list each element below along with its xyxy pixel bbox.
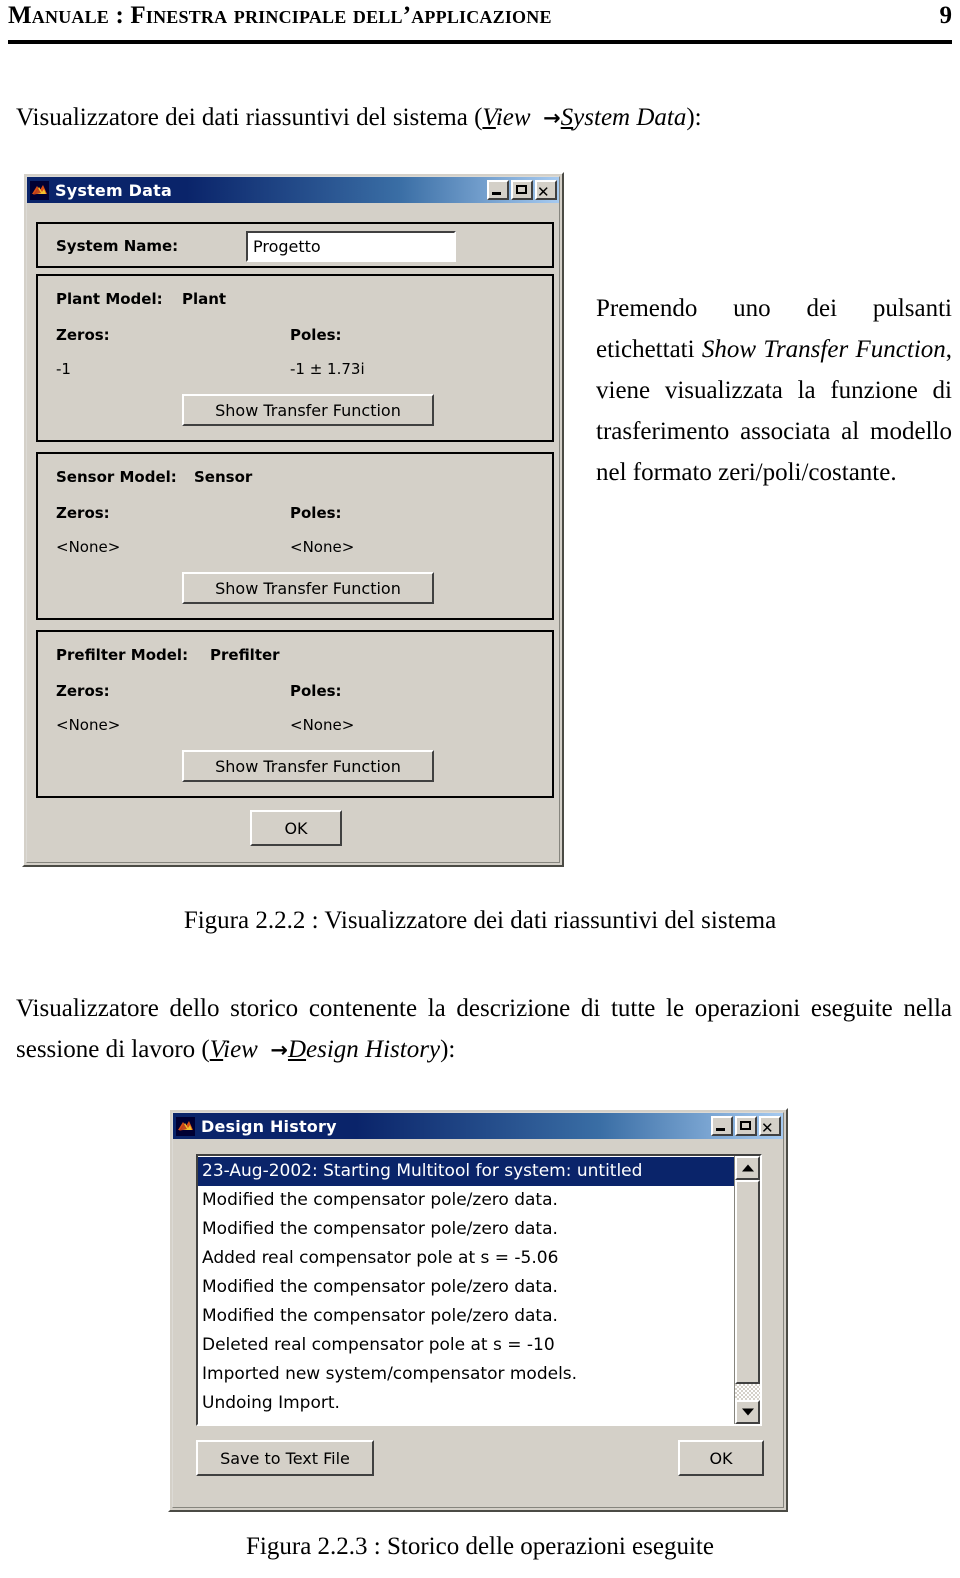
design-history-titlebar[interactable]: Design History ✕ (173, 1113, 783, 1139)
page-header: Manuale : Finestra principale dell’appli… (8, 2, 952, 40)
list-item[interactable]: Deleted real compensator pole at s = -10 (200, 1331, 734, 1360)
plant-model-panel: Plant Model: Plant Zeros: Poles: -1 -1 ±… (36, 274, 554, 442)
intro-text-before: Visualizzatore dei dati riassuntivi del … (16, 104, 483, 131)
sensor-zeros-label: Zeros: (56, 504, 110, 522)
design-history-dialog[interactable]: Design History ✕ 23-Aug-2002: Starting M… (168, 1108, 788, 1512)
list-item[interactable]: Modified the compensator pole/zero data. (200, 1273, 734, 1302)
plant-zeros-label: Zeros: (56, 326, 110, 344)
menu-arrow-icon: → (543, 106, 561, 130)
prefilter-zeros-value: <None> (56, 716, 121, 734)
mid-para-end: ): (440, 1036, 456, 1063)
prefilter-poles-label: Poles: (290, 682, 342, 700)
design-history-list[interactable]: 23-Aug-2002: Starting Multitool for syst… (198, 1156, 734, 1424)
header-rule (8, 40, 952, 44)
intro-menu-root-rest: iew (495, 104, 531, 131)
system-data-ok-button[interactable]: OK (250, 810, 342, 846)
sensor-poles-value: <None> (290, 538, 355, 556)
sensor-poles-label: Poles: (290, 504, 342, 522)
right-explanation-paragraph: Premendo uno dei pulsanti etichettati Sh… (596, 288, 952, 493)
menu-arrow-icon: → (270, 1038, 288, 1062)
design-history-title: Design History (201, 1116, 337, 1136)
maximize-icon[interactable] (735, 1116, 757, 1136)
sensor-model-label: Sensor Model: (56, 468, 177, 486)
prefilter-poles-value: <None> (290, 716, 355, 734)
matlab-membrane-icon (30, 180, 49, 200)
prefilter-show-transfer-function-button[interactable]: Show Transfer Function (182, 750, 434, 782)
system-data-dialog[interactable]: System Data ✕ System Name: Progetto Plan… (22, 172, 564, 867)
intro-paragraph: Visualizzatore dei dati riassuntivi del … (16, 98, 702, 138)
intro-text-after: ): (686, 104, 702, 131)
system-data-titlebar[interactable]: System Data ✕ (27, 177, 559, 203)
prefilter-model-name: Prefilter (210, 646, 280, 664)
sensor-model-panel: Sensor Model: Sensor Zeros: Poles: <None… (36, 452, 554, 620)
system-data-title: System Data (55, 180, 172, 200)
list-item[interactable]: Modified the compensator pole/zero data. (200, 1302, 734, 1331)
intro-menu-item-rest: ystem Data (573, 104, 687, 131)
plant-model-label: Plant Model: (56, 290, 163, 308)
minimize-icon[interactable] (487, 180, 509, 200)
list-item[interactable]: Imported new system/compensator models. (200, 1360, 734, 1389)
intro-menu-item-initial: S (560, 104, 574, 131)
mid-para-seg1: Visualizzatore dello storico contenente … (16, 995, 952, 1063)
design-history-scrollbar[interactable] (734, 1156, 760, 1424)
plant-poles-value: -1 ± 1.73i (290, 360, 365, 378)
scroll-up-icon[interactable] (735, 1156, 760, 1180)
prefilter-model-panel: Prefilter Model: Prefilter Zeros: Poles:… (36, 630, 554, 798)
scrollbar-track[interactable] (735, 1180, 760, 1400)
mid-menu-item-initial: D (287, 1036, 307, 1063)
window-controls[interactable]: ✕ (711, 1116, 781, 1136)
mid-explanation-paragraph: Visualizzatore dello storico contenente … (16, 988, 952, 1071)
system-name-input[interactable]: Progetto (246, 231, 456, 262)
maximize-icon[interactable] (511, 180, 533, 200)
plant-zeros-value: -1 (56, 360, 71, 378)
plant-show-transfer-function-button[interactable]: Show Transfer Function (182, 394, 434, 426)
right-para-italic: Show Transfer Function (701, 336, 946, 363)
page-number: 9 (939, 2, 953, 29)
scrollbar-thumb[interactable] (735, 1180, 760, 1384)
scroll-down-icon[interactable] (735, 1400, 760, 1424)
matlab-membrane-icon (176, 1116, 195, 1136)
system-name-panel: System Name: Progetto (36, 222, 554, 268)
list-item[interactable]: Modified the compensator pole/zero data. (200, 1215, 734, 1244)
figure-caption-2-2-3: Figura 2.2.3 : Storico delle operazioni … (246, 1533, 714, 1560)
design-history-ok-button[interactable]: OK (678, 1440, 764, 1476)
intro-menu-root-initial: V (482, 104, 496, 131)
mid-menu-item-rest: esign History (306, 1036, 441, 1063)
mid-menu-root-initial: V (209, 1036, 224, 1063)
prefilter-zeros-label: Zeros: (56, 682, 110, 700)
close-icon[interactable]: ✕ (759, 1116, 781, 1136)
plant-poles-label: Poles: (290, 326, 342, 344)
close-icon[interactable]: ✕ (535, 180, 557, 200)
list-item[interactable]: 23-Aug-2002: Starting Multitool for syst… (198, 1157, 734, 1186)
save-to-text-file-button[interactable]: Save to Text File (196, 1440, 374, 1476)
figure-caption-2-2-2: Figura 2.2.2 : Visualizzatore dei dati r… (183, 907, 777, 934)
sensor-show-transfer-function-button[interactable]: Show Transfer Function (182, 572, 434, 604)
system-name-label: System Name: (56, 237, 179, 255)
mid-menu-root-rest: iew (223, 1036, 258, 1063)
list-item[interactable]: Added real compensator pole at s = -5.06 (200, 1244, 734, 1273)
sensor-zeros-value: <None> (56, 538, 121, 556)
minimize-icon[interactable] (711, 1116, 733, 1136)
sensor-model-name: Sensor (194, 468, 253, 486)
prefilter-model-label: Prefilter Model: (56, 646, 189, 664)
page-running-head: Manuale : Finestra principale dell’appli… (8, 2, 552, 29)
list-item[interactable]: Undoing Import. (200, 1389, 734, 1418)
plant-model-name: Plant (182, 290, 227, 308)
design-history-listbox[interactable]: 23-Aug-2002: Starting Multitool for syst… (196, 1154, 762, 1426)
window-controls[interactable]: ✕ (487, 180, 557, 200)
list-item[interactable]: Modified the compensator pole/zero data. (200, 1186, 734, 1215)
